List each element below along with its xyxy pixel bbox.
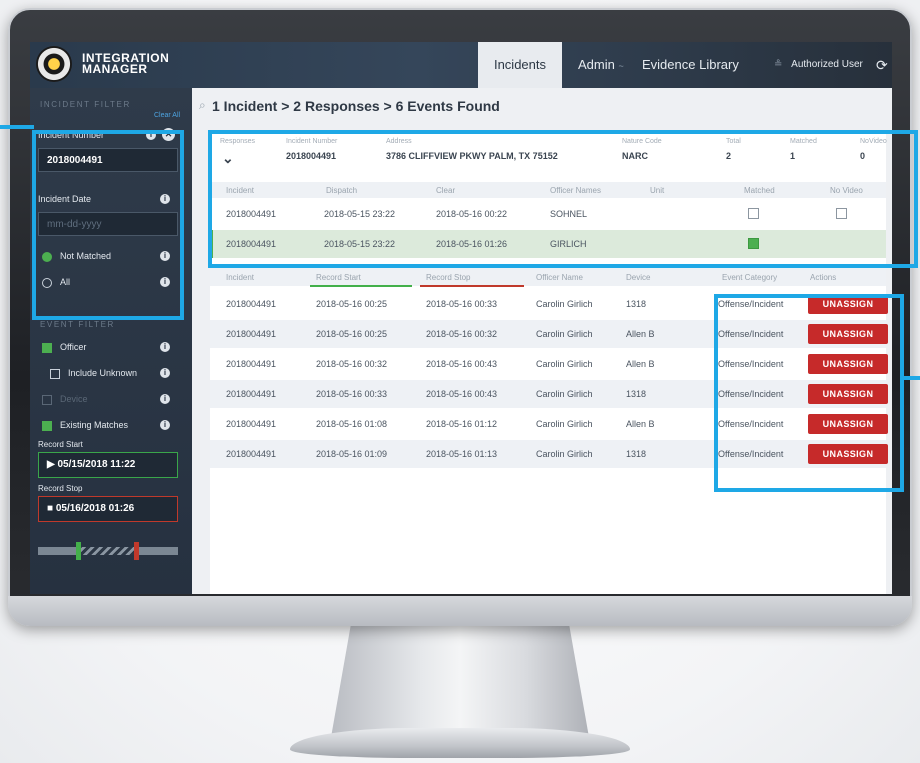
record-start-underline [310,285,412,287]
event-incident: 2018004491 [226,359,277,369]
event-officer-name: Carolin Girlich [536,359,593,369]
event-record-stop: 2018-05-16 00:43 [426,389,498,399]
event-incident: 2018004491 [226,329,277,339]
event-device: 1318 [626,449,647,459]
event-officer-name: Carolin Girlich [536,449,593,459]
col-actions: Actions [810,273,837,282]
event-incident: 2018004491 [226,449,277,459]
event-incident: 2018004491 [226,389,277,399]
callout-leader-left [0,125,34,129]
event-record-start: 2018-05-16 01:09 [316,449,388,459]
col-record-stop: Record Stop [426,273,471,282]
monitor-chin [8,596,912,626]
event-record-stop: 2018-05-16 01:12 [426,419,498,429]
event-officer-name: Carolin Girlich [536,419,593,429]
col-officer-name: Officer Name [536,273,583,282]
event-record-stop: 2018-05-16 00:43 [426,359,498,369]
event-device: 1318 [626,299,647,309]
event-device: Allen B [626,329,655,339]
event-officer-name: Carolin Girlich [536,299,593,309]
event-device: Allen B [626,359,655,369]
col-device: Device [626,273,651,282]
event-record-stop: 2018-05-16 00:33 [426,299,498,309]
col-event-category: Event Category [722,273,778,282]
record-stop-underline [420,285,524,287]
callout-responses [208,130,918,268]
callout-actions [714,294,904,492]
event-record-stop: 2018-05-16 00:32 [426,329,498,339]
event-device: 1318 [626,389,647,399]
event-record-start: 2018-05-16 00:25 [316,329,388,339]
search-icon: ⌕ [199,98,206,112]
event-record-stop: 2018-05-16 01:13 [426,449,498,459]
col-record-start: Record Start [316,273,361,282]
monitor-stand-base [290,728,630,758]
event-record-start: 2018-05-16 00:33 [316,389,388,399]
results-summary: 1 Incident > 2 Responses > 6 Events Foun… [212,98,500,114]
event-officer-name: Carolin Girlich [536,329,593,339]
event-record-start: 2018-05-16 00:25 [316,299,388,309]
event-record-start: 2018-05-16 00:32 [316,359,388,369]
callout-leader-right [902,376,920,380]
monitor-stand-neck [330,625,590,743]
event-incident: 2018004491 [226,299,277,309]
callout-incident-filter [32,130,184,320]
event-officer-name: Carolin Girlich [536,389,593,399]
event-device: Allen B [626,419,655,429]
event-incident: 2018004491 [226,419,277,429]
event-record-start: 2018-05-16 01:08 [316,419,388,429]
col-incident: Incident [226,273,255,282]
